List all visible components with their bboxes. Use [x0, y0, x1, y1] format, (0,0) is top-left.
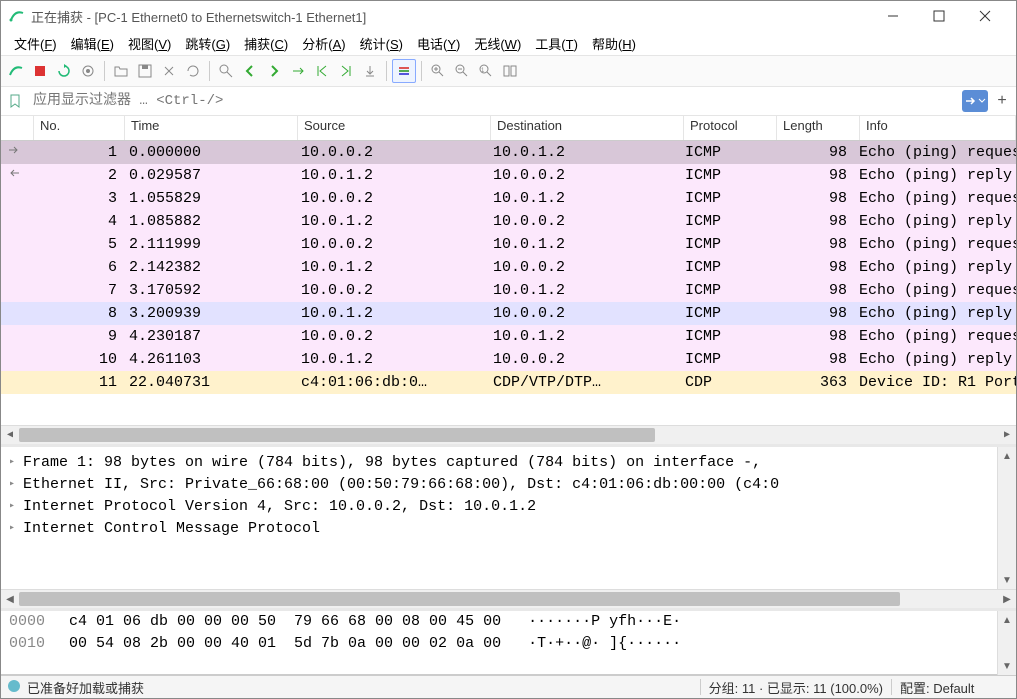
packet-row[interactable]: 52.11199910.0.0.210.0.1.2ICMP98Echo (pin… [1, 233, 1016, 256]
expand-icon[interactable]: ▸ [9, 522, 23, 534]
menu-item[interactable]: 电话(Y) [410, 32, 467, 55]
titlebar[interactable]: 正在捕获 - [PC-1 Ethernet0 to Ethernetswitch… [1, 1, 1016, 31]
packet-list-body[interactable]: 10.00000010.0.0.210.0.1.2ICMP98Echo (pin… [1, 141, 1016, 425]
col-destination[interactable]: Destination [491, 116, 684, 140]
status-profile[interactable]: 配置: Default [900, 678, 1010, 697]
window: 正在捕获 - [PC-1 Ethernet0 to Ethernetswitch… [0, 0, 1017, 699]
separator [104, 61, 105, 81]
col-length[interactable]: Length [777, 116, 860, 140]
packet-bytes-pane[interactable]: 0000c4 01 06 db 00 00 00 50 79 66 68 00 … [1, 611, 997, 675]
add-filter-button[interactable]: + [992, 90, 1012, 112]
go-back-button[interactable] [239, 60, 261, 82]
restart-capture-button[interactable] [53, 60, 75, 82]
separator [421, 61, 422, 81]
details-hscroll[interactable]: ◀▶ [1, 589, 1016, 608]
menu-item[interactable]: 帮助(H) [585, 32, 643, 55]
packet-row[interactable]: 104.26110310.0.1.210.0.0.2ICMP98Echo (pi… [1, 348, 1016, 371]
details-row[interactable]: ▸Frame 1: 98 bytes on wire (784 bits), 9… [1, 451, 997, 473]
auto-scroll-button[interactable] [359, 60, 381, 82]
details-row[interactable]: ▸Ethernet II, Src: Private_66:68:00 (00:… [1, 473, 997, 495]
menu-item[interactable]: 视图(V) [121, 32, 178, 55]
status-bar: 已准备好加载或捕获 分组: 11 · 已显示: 11 (100.0%) 配置: … [1, 675, 1016, 698]
filter-bar: + [1, 87, 1016, 116]
apply-filter-button[interactable] [962, 90, 988, 112]
packet-row[interactable]: 10.00000010.0.0.210.0.1.2ICMP98Echo (pin… [1, 141, 1016, 164]
packet-details-pane[interactable]: ▸Frame 1: 98 bytes on wire (784 bits), 9… [1, 447, 997, 589]
col-source[interactable]: Source [298, 116, 491, 140]
go-forward-button[interactable] [263, 60, 285, 82]
menu-item[interactable]: 工具(T) [528, 32, 585, 55]
packet-list-hscroll[interactable]: ◀ ▶ [1, 425, 1016, 444]
details-row[interactable]: ▸Internet Protocol Version 4, Src: 10.0.… [1, 495, 997, 517]
goto-first-button[interactable] [311, 60, 333, 82]
app-icon [9, 8, 25, 24]
scroll-right-icon[interactable]: ▶ [998, 427, 1016, 443]
open-file-button[interactable] [110, 60, 132, 82]
bytes-vscroll[interactable]: ▲▼ [997, 611, 1016, 675]
save-file-button[interactable] [134, 60, 156, 82]
menu-item[interactable]: 跳转(G) [178, 32, 237, 55]
start-capture-button[interactable] [5, 60, 27, 82]
expand-icon[interactable]: ▸ [9, 456, 23, 468]
zoom-out-button[interactable] [451, 60, 473, 82]
menubar: 文件(F)编辑(E)视图(V)跳转(G)捕获(C)分析(A)统计(S)电话(Y)… [1, 31, 1016, 56]
display-filter-input[interactable] [29, 89, 958, 113]
menu-item[interactable]: 文件(F) [7, 32, 64, 55]
hex-row[interactable]: 001000 54 08 2b 00 00 40 01 5d 7b 0a 00 … [1, 635, 997, 657]
window-title: 正在捕获 - [PC-1 Ethernet0 to Ethernetswitch… [31, 7, 870, 26]
packet-row[interactable]: 41.08588210.0.1.210.0.0.2ICMP98Echo (pin… [1, 210, 1016, 233]
separator [209, 61, 210, 81]
status-packets: 分组: 11 · 已显示: 11 (100.0%) [709, 678, 883, 697]
menu-item[interactable]: 分析(A) [295, 32, 352, 55]
col-info[interactable]: Info [860, 116, 1016, 140]
packet-row[interactable]: 83.20093910.0.1.210.0.0.2ICMP98Echo (pin… [1, 302, 1016, 325]
goto-packet-button[interactable] [287, 60, 309, 82]
find-button[interactable] [215, 60, 237, 82]
zoom-reset-button[interactable]: 1 [475, 60, 497, 82]
zoom-in-button[interactable] [427, 60, 449, 82]
expert-info-icon[interactable] [7, 679, 21, 696]
capture-options-button[interactable] [77, 60, 99, 82]
expand-icon[interactable]: ▸ [9, 500, 23, 512]
window-buttons [870, 1, 1008, 31]
toolbar: 1 [1, 56, 1016, 87]
scroll-left-icon[interactable]: ◀ [1, 427, 19, 443]
colorize-button[interactable] [392, 59, 416, 83]
separator [386, 61, 387, 81]
details-vscroll[interactable]: ▲▼ [997, 447, 1016, 589]
col-protocol[interactable]: Protocol [684, 116, 777, 140]
packet-list-pane: No. Time Source Destination Protocol Len… [1, 116, 1016, 444]
packet-row[interactable]: 1122.040731c4:01:06:db:0…CDP/VTP/DTP…CDP… [1, 371, 1016, 394]
related-packet-icon [1, 166, 33, 185]
bookmark-icon[interactable] [5, 91, 25, 111]
close-button[interactable] [962, 1, 1008, 31]
col-no[interactable]: No. [34, 116, 125, 140]
menu-item[interactable]: 捕获(C) [237, 32, 295, 55]
menu-item[interactable]: 编辑(E) [64, 32, 121, 55]
menu-item[interactable]: 统计(S) [353, 32, 410, 55]
packet-row[interactable]: 62.14238210.0.1.210.0.0.2ICMP98Echo (pin… [1, 256, 1016, 279]
related-packet-icon [1, 143, 33, 162]
minimize-button[interactable] [870, 1, 916, 31]
packet-row[interactable]: 73.17059210.0.0.210.0.1.2ICMP98Echo (pin… [1, 279, 1016, 302]
reload-button[interactable] [182, 60, 204, 82]
expand-icon[interactable]: ▸ [9, 478, 23, 490]
packet-row[interactable]: 31.05582910.0.0.210.0.1.2ICMP98Echo (pin… [1, 187, 1016, 210]
col-time[interactable]: Time [125, 116, 298, 140]
resize-columns-button[interactable] [499, 60, 521, 82]
status-text: 已准备好加载或捕获 [27, 678, 692, 697]
packet-row[interactable]: 20.02958710.0.1.210.0.0.2ICMP98Echo (pin… [1, 164, 1016, 187]
maximize-button[interactable] [916, 1, 962, 31]
goto-last-button[interactable] [335, 60, 357, 82]
packet-row[interactable]: 94.23018710.0.0.210.0.1.2ICMP98Echo (pin… [1, 325, 1016, 348]
close-file-button[interactable] [158, 60, 180, 82]
stop-capture-button[interactable] [29, 60, 51, 82]
details-row[interactable]: ▸Internet Control Message Protocol [1, 517, 997, 539]
hex-row[interactable]: 0000c4 01 06 db 00 00 00 50 79 66 68 00 … [1, 613, 997, 635]
packet-list-header[interactable]: No. Time Source Destination Protocol Len… [1, 116, 1016, 141]
menu-item[interactable]: 无线(W) [467, 32, 528, 55]
